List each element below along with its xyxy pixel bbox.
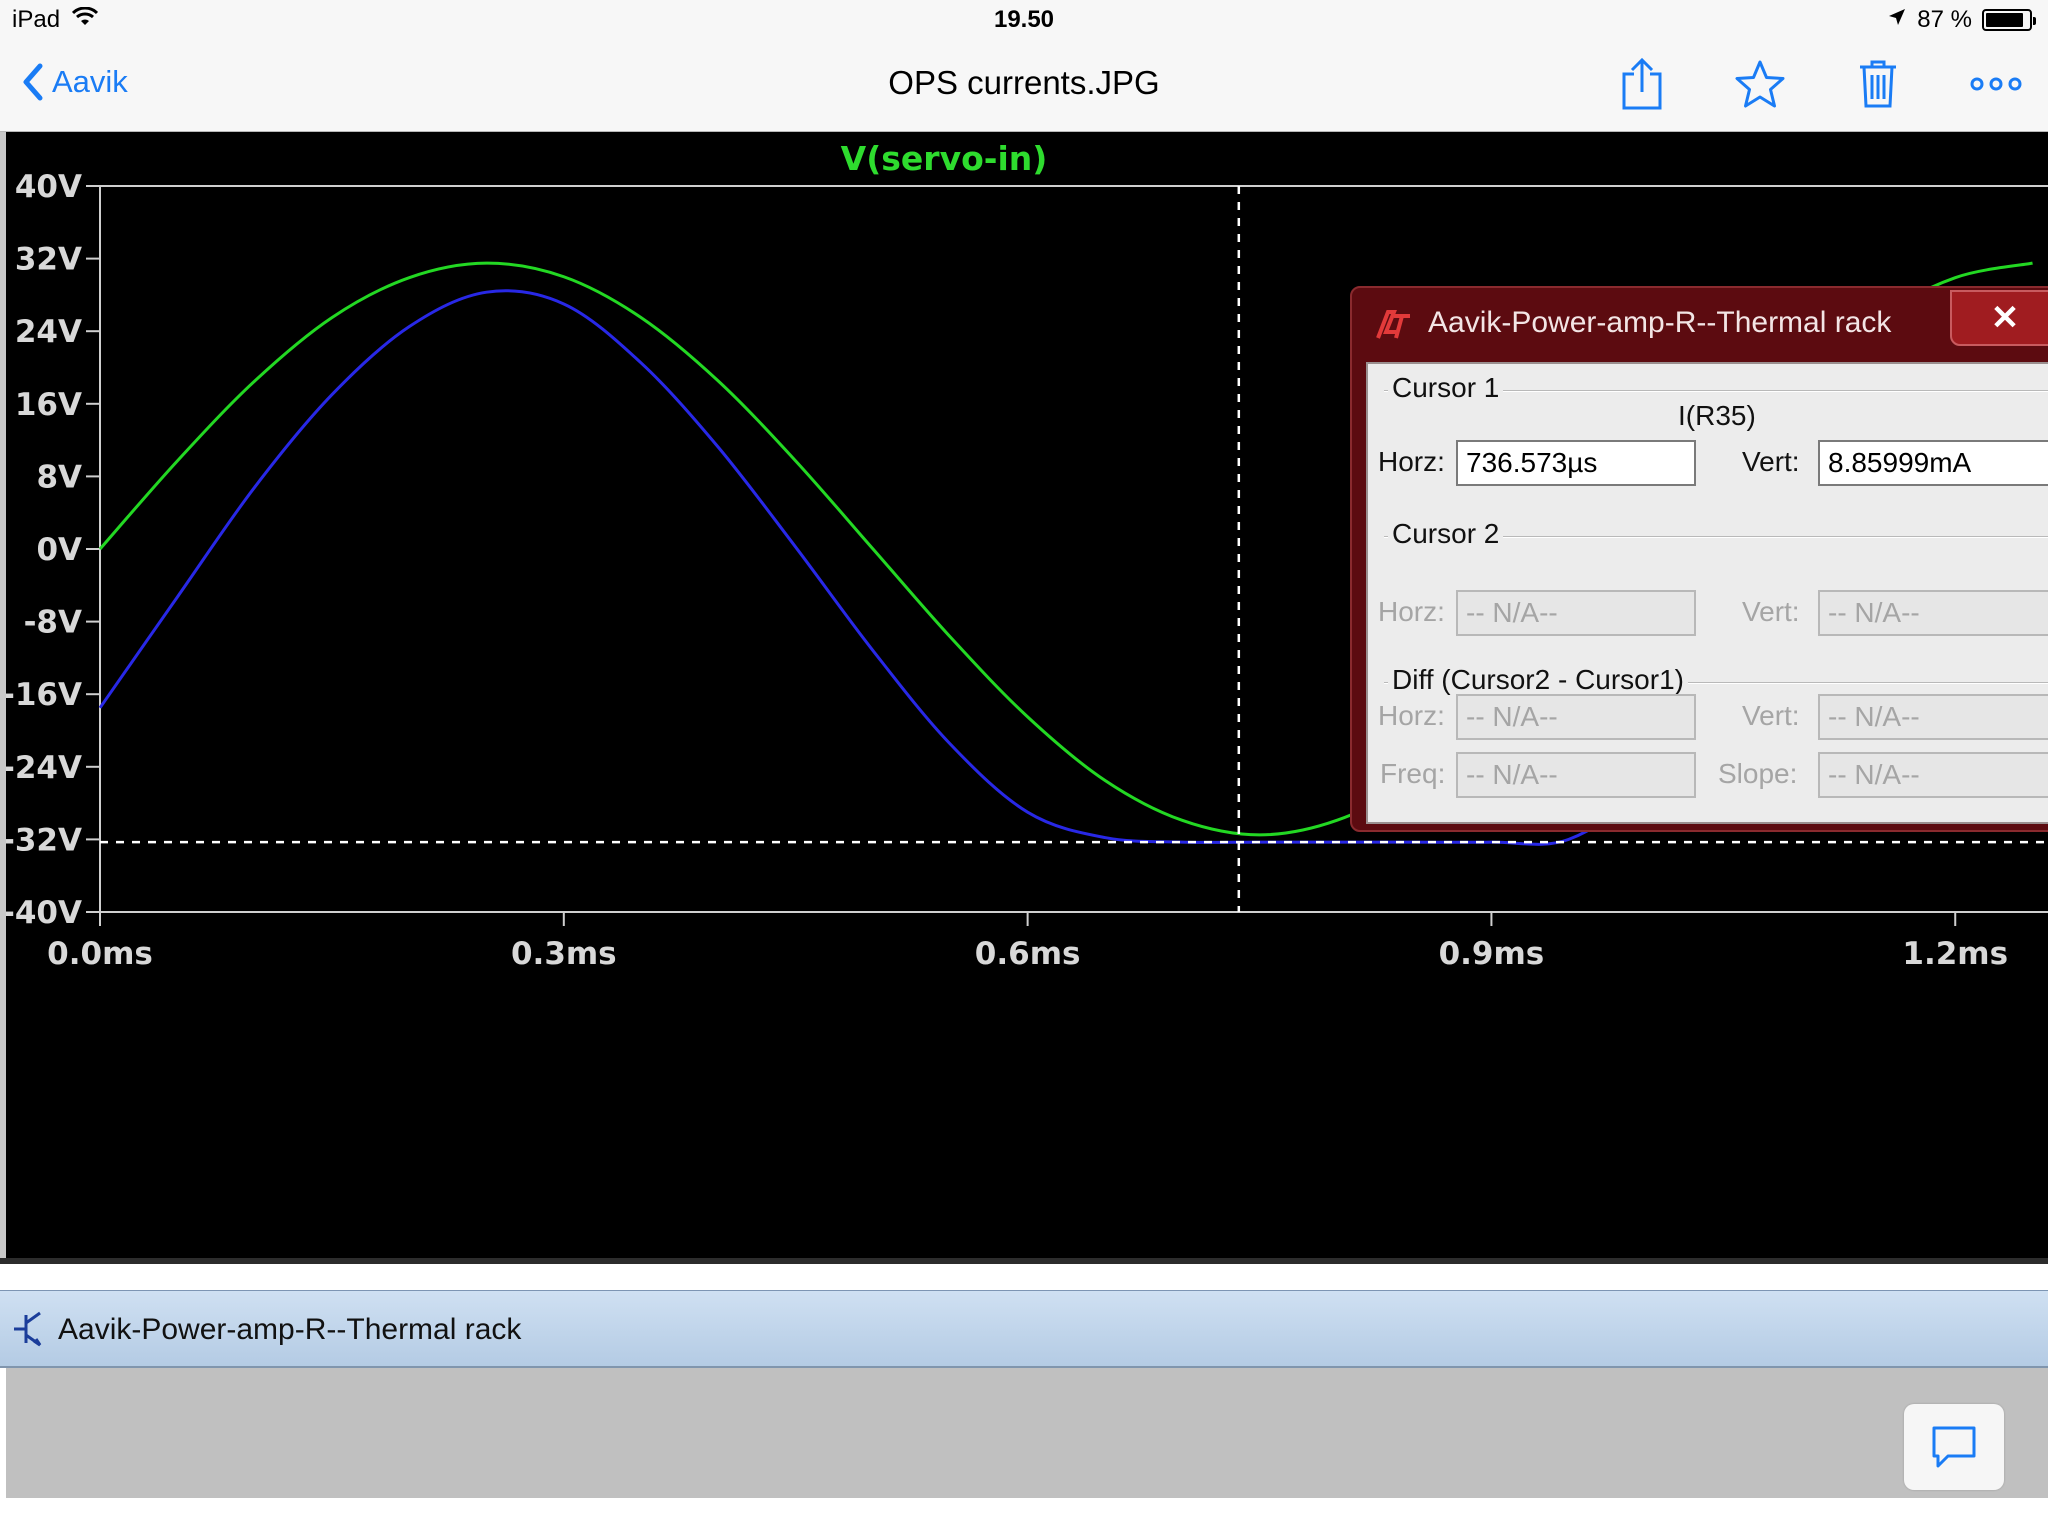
y-tick-label: 8V — [36, 459, 82, 495]
x-tick-label: 0.3ms — [511, 936, 617, 972]
favorite-button[interactable] — [1732, 54, 1788, 114]
schematic-area — [0, 1368, 2048, 1498]
cursor2-vert-label: Vert: — [1742, 596, 1800, 627]
chart-title: V(servo-in) — [841, 139, 1048, 178]
location-arrow-icon — [1887, 6, 1907, 34]
cursor2-vert-field: -- N/A-- — [1818, 590, 2048, 636]
x-tick-label: 0.0ms — [47, 936, 153, 972]
y-tick-label: -40V — [6, 895, 82, 931]
y-tick-label: 32V — [15, 242, 82, 278]
diff-vert-field: -- N/A-- — [1818, 694, 2048, 740]
star-icon — [1735, 60, 1785, 108]
diff-horz-label: Horz: — [1378, 700, 1445, 731]
cursor1-vert-field[interactable]: 8.85999mA — [1818, 440, 2048, 486]
diff-slope-field: -- N/A-- — [1818, 752, 2048, 798]
cursor1-group-label: Cursor 1 — [1388, 372, 1504, 404]
battery-icon — [1982, 9, 2036, 31]
dialog-title: Aavik-Power-amp-R--Thermal rack — [1428, 306, 1892, 339]
comment-bubble-icon — [1932, 1426, 1976, 1468]
share-icon — [1622, 57, 1662, 110]
status-time: 19.50 — [993, 6, 1055, 33]
cursor1-vert-label: Vert: — [1742, 446, 1800, 477]
y-tick-label: 40V — [15, 169, 82, 205]
diff-horz-field: -- N/A-- — [1456, 694, 1696, 740]
y-tick-label: -8V — [24, 605, 82, 641]
window-title: Aavik-Power-amp-R--Thermal rack — [58, 1313, 522, 1346]
diff-vert-label: Vert: — [1742, 700, 1800, 731]
diff-group-label: Diff (Cursor2 - Cursor1) — [1388, 664, 1688, 696]
status-bar: iPad 19.50 87 % — [0, 0, 2048, 40]
diff-freq-field: -- N/A-- — [1456, 752, 1696, 798]
schematic-window-bar[interactable]: Aavik-Power-amp-R--Thermal rack — [0, 1290, 2048, 1368]
dialog-panel: Cursor 1 I(R35) Horz: 736.573µs Vert: 8.… — [1366, 362, 2048, 824]
battery-level — [1986, 13, 2023, 27]
y-tick-label: -24V — [6, 750, 82, 786]
cursor1-horz-label: Horz: — [1378, 446, 1445, 477]
delete-button[interactable] — [1850, 54, 1906, 114]
x-tick-label: 0.6ms — [975, 936, 1081, 972]
cursor1-trace: I(R35) — [1678, 400, 1756, 431]
diff-slope-label: Slope: — [1718, 758, 1798, 789]
cursor2-horz-label: Horz: — [1378, 596, 1445, 627]
x-tick-label: 0.9ms — [1439, 936, 1545, 972]
comment-button[interactable] — [1904, 1404, 2004, 1490]
y-tick-label: -32V — [6, 822, 82, 858]
cursor2-group-label: Cursor 2 — [1388, 518, 1504, 550]
y-tick-label: 24V — [15, 314, 82, 350]
ltspice-logo-icon — [1376, 310, 1410, 339]
x-tick-label: 1.2ms — [1902, 936, 2008, 972]
diff-freq-label: Freq: — [1380, 758, 1446, 789]
y-tick-label: 0V — [36, 532, 82, 568]
y-tick-label: -16V — [6, 677, 82, 713]
battery-percent: 87 % — [1917, 6, 1972, 33]
more-icon — [1970, 77, 2022, 91]
dialog-titlebar[interactable]: Aavik-Power-amp-R--Thermal rack ✕ — [1352, 288, 2048, 362]
transistor-icon — [14, 1311, 42, 1347]
share-button[interactable] — [1614, 54, 1670, 114]
bottom-margin — [0, 1498, 2048, 1536]
trash-icon — [1860, 60, 1896, 108]
cursor-dialog: Aavik-Power-amp-R--Thermal rack ✕ Cursor… — [1350, 286, 2048, 832]
navigation-bar: Aavik OPS currents.JPG — [0, 40, 2048, 132]
more-button[interactable] — [1968, 54, 2024, 114]
y-tick-label: 16V — [15, 387, 82, 423]
cursor2-horz-field: -- N/A-- — [1456, 590, 1696, 636]
cursor1-horz-field[interactable]: 736.573µs — [1456, 440, 1696, 486]
close-button[interactable]: ✕ — [1950, 290, 2048, 346]
